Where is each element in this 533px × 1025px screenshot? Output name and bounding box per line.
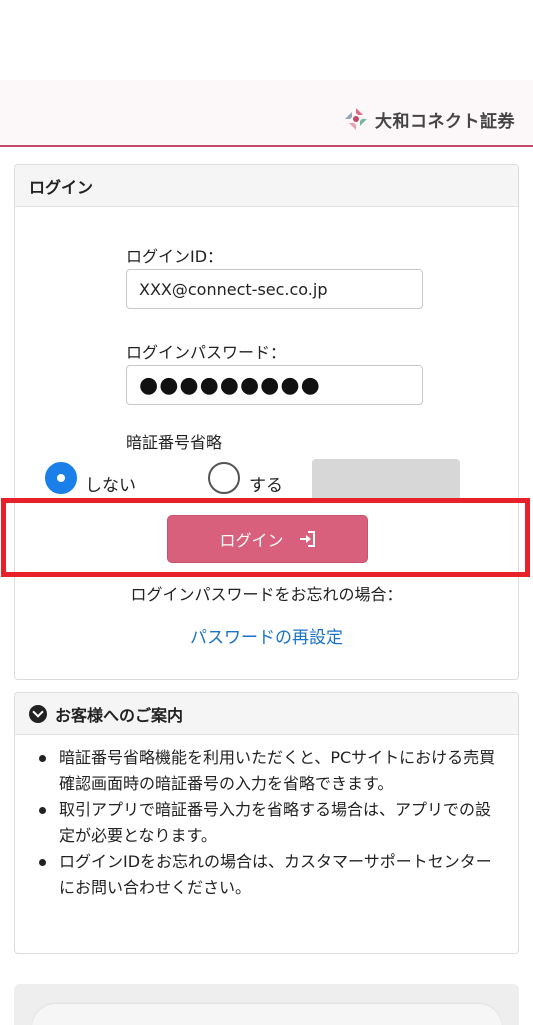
bottom-card-inner bbox=[32, 1004, 502, 1025]
list-item: ログインIDをお忘れの場合は、カスタマーサポートセンターにお問い合わせください。 bbox=[39, 849, 502, 901]
pin-skip-no-radio[interactable] bbox=[45, 462, 77, 494]
pin-input-box bbox=[312, 459, 460, 501]
pin-skip-no-label: しない bbox=[85, 476, 136, 496]
pin-skip-yes-label: する bbox=[249, 476, 283, 496]
password-mask: ●●●●●●●●● bbox=[139, 373, 321, 398]
sign-in-icon bbox=[299, 531, 315, 547]
customer-info-header[interactable]: お客様へのご案内 bbox=[15, 693, 518, 735]
list-item: 暗証番号省略機能を利用いただくと、PCサイトにおける売買確認画面時の暗証番号の入… bbox=[39, 745, 502, 797]
list-item: 取引アプリで暗証番号入力を省略する場合は、アプリでの設定が必要となります。 bbox=[39, 797, 502, 849]
chevron-down-icon bbox=[29, 704, 47, 723]
brand[interactable]: 大和コネクト証券 bbox=[343, 106, 515, 132]
login-panel: ログイン ログインID： ログインパスワード： ●●●●●●●●● 暗証番号省略… bbox=[14, 164, 519, 680]
info-list: 暗証番号省略機能を利用いただくと、PCサイトにおける売買確認画面時の暗証番号の入… bbox=[15, 735, 518, 901]
login-id-label: ログインID： bbox=[126, 247, 224, 266]
password-reset-link[interactable]: パスワードの再設定 bbox=[15, 623, 518, 648]
pin-skip-yes-radio[interactable] bbox=[208, 462, 240, 494]
customer-info-panel: お客様へのご案内 暗証番号省略機能を利用いただくと、PCサイトにおける売買確認画… bbox=[14, 692, 519, 954]
login-panel-title: ログイン bbox=[15, 165, 518, 207]
customer-info-title: お客様へのご案内 bbox=[55, 705, 184, 725]
pin-skip-label: 暗証番号省略 bbox=[126, 433, 223, 452]
daiwa-connect-logo-icon bbox=[345, 108, 367, 130]
forgot-password-text: ログインパスワードをお忘れの場合： bbox=[130, 585, 403, 604]
login-button[interactable]: ログイン bbox=[167, 515, 368, 563]
login-button-label: ログイン bbox=[219, 531, 284, 550]
site-header: 大和コネクト証券 bbox=[0, 80, 533, 147]
password-label: ログインパスワード： bbox=[126, 343, 287, 362]
brand-name: 大和コネクト証券 bbox=[375, 111, 515, 132]
login-id-input[interactable] bbox=[126, 269, 423, 309]
